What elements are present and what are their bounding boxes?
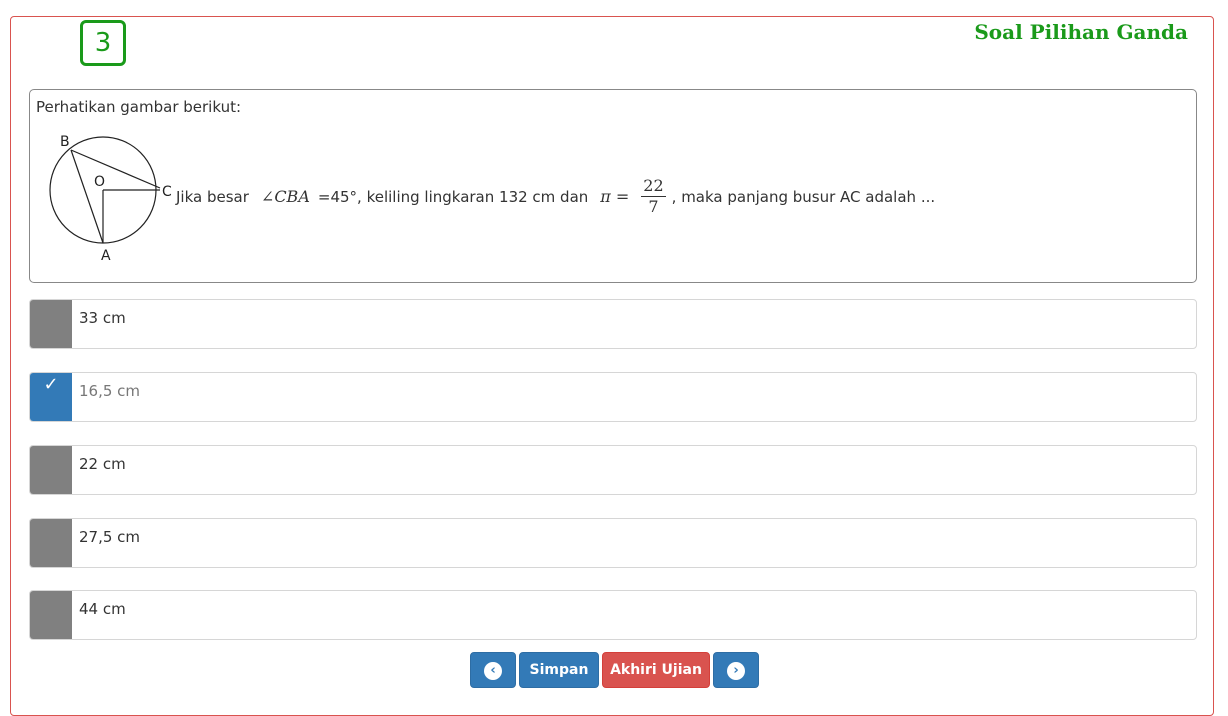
pi-fraction: 22 7: [641, 176, 666, 217]
option-b[interactable]: ✓ 16,5 cm: [29, 372, 1197, 422]
question-text-part2: =45°, keliling lingkaran 132 cm dan: [317, 187, 589, 206]
label-o: O: [94, 174, 105, 190]
option-c[interactable]: 22 cm: [29, 445, 1197, 495]
label-c: C: [162, 184, 172, 200]
option-d[interactable]: 27,5 cm: [29, 518, 1197, 568]
question-text: Jika besar ∠CBA =45°, keliling lingkaran…: [176, 176, 935, 217]
pi-denominator: 7: [648, 197, 659, 216]
circle-figure: B O C A: [49, 134, 172, 264]
option-marker[interactable]: [30, 591, 72, 639]
question-intro: Perhatikan gambar berikut:: [36, 98, 242, 116]
option-e[interactable]: 44 cm: [29, 590, 1197, 640]
label-a: A: [101, 248, 111, 264]
previous-button[interactable]: ‹: [470, 652, 516, 688]
checkmark-icon: ✓: [43, 374, 59, 395]
option-label[interactable]: 27,5 cm: [79, 528, 140, 546]
option-label[interactable]: 44 cm: [79, 600, 126, 618]
option-a[interactable]: 33 cm: [29, 299, 1197, 349]
question-text-part1: Jika besar: [176, 187, 249, 206]
pi-numerator: 22: [641, 176, 666, 197]
save-button[interactable]: Simpan: [519, 652, 599, 688]
pi-symbol: π =: [600, 187, 630, 206]
option-marker[interactable]: [30, 446, 72, 494]
chevron-left-icon: ‹: [484, 662, 502, 680]
option-marker[interactable]: [30, 300, 72, 348]
angle-symbol: ∠CBA: [260, 187, 310, 206]
section-title: Soal Pilihan Ganda: [974, 20, 1188, 44]
option-label[interactable]: 22 cm: [79, 455, 126, 473]
option-marker[interactable]: [30, 519, 72, 567]
chevron-right-icon: ›: [727, 662, 745, 680]
end-exam-button[interactable]: Akhiri Ujian: [602, 652, 710, 688]
option-label[interactable]: 16,5 cm: [79, 382, 140, 400]
question-box: Perhatikan gambar berikut: B O C A Jika …: [29, 89, 1197, 283]
label-b: B: [60, 134, 70, 150]
question-text-part3: , maka panjang busur AC adalah ...: [671, 187, 936, 206]
question-number: 3: [80, 20, 126, 66]
next-button[interactable]: ›: [713, 652, 759, 688]
option-label[interactable]: 33 cm: [79, 309, 126, 327]
option-marker-selected[interactable]: ✓: [30, 373, 72, 421]
